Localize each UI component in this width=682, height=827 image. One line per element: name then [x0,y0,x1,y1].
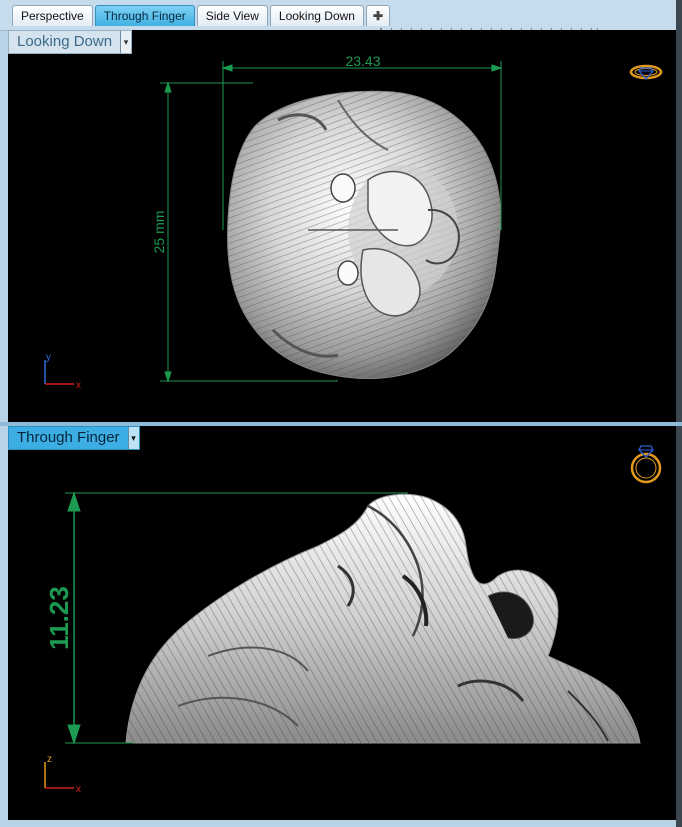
dimension-width-label: 23.43 [345,53,380,69]
axis-indicator-xy: y x [44,352,81,391]
tab-through-finger[interactable]: Through Finger [94,5,195,26]
looking-down-scene: 23.43 25 mm y x [44,53,663,391]
lion-model-top-view [227,90,501,379]
tab-perspective[interactable]: Perspective [12,5,93,26]
viewport-label-looking-down[interactable]: Looking Down ▾ [8,30,133,54]
ring-front-view-icon[interactable] [630,445,662,484]
view-tab-bar: Perspective Through Finger Side View Loo… [0,0,682,34]
viewport-label-text: Through Finger [17,429,120,446]
axis-z-label: z [47,754,52,765]
through-finger-scene: 11.23 z x [44,445,662,795]
axis-x-label: x [76,784,81,795]
window-edge [676,0,682,827]
dimension-height-label: 25 mm [151,211,167,254]
add-tab-button[interactable]: ✚ [365,5,391,26]
dimension-height-side-label: 11.23 [44,586,74,650]
dropdown-arrow-icon[interactable]: ▾ [120,31,132,53]
viewport-label-text: Looking Down [17,33,113,50]
axis-indicator-xz: z x [44,754,81,795]
ring-top-view-icon[interactable] [629,64,663,80]
tab-looking-down[interactable]: Looking Down [269,5,364,26]
viewport-through-finger[interactable]: 11.23 z x Through Finger ▾ [8,426,676,820]
lion-model-side-view [125,493,641,744]
viewport-label-through-finger[interactable]: Through Finger ▾ [8,426,140,450]
axis-y-label: y [46,352,51,363]
axis-x-label: x [76,380,81,391]
dropdown-arrow-icon[interactable]: ▾ [127,427,139,449]
tab-side-view[interactable]: Side View [196,5,268,26]
view-tabs: Perspective Through Finger Side View Loo… [12,5,392,27]
viewport-looking-down[interactable]: 23.43 25 mm y x Looking Down ▾ [8,30,676,422]
